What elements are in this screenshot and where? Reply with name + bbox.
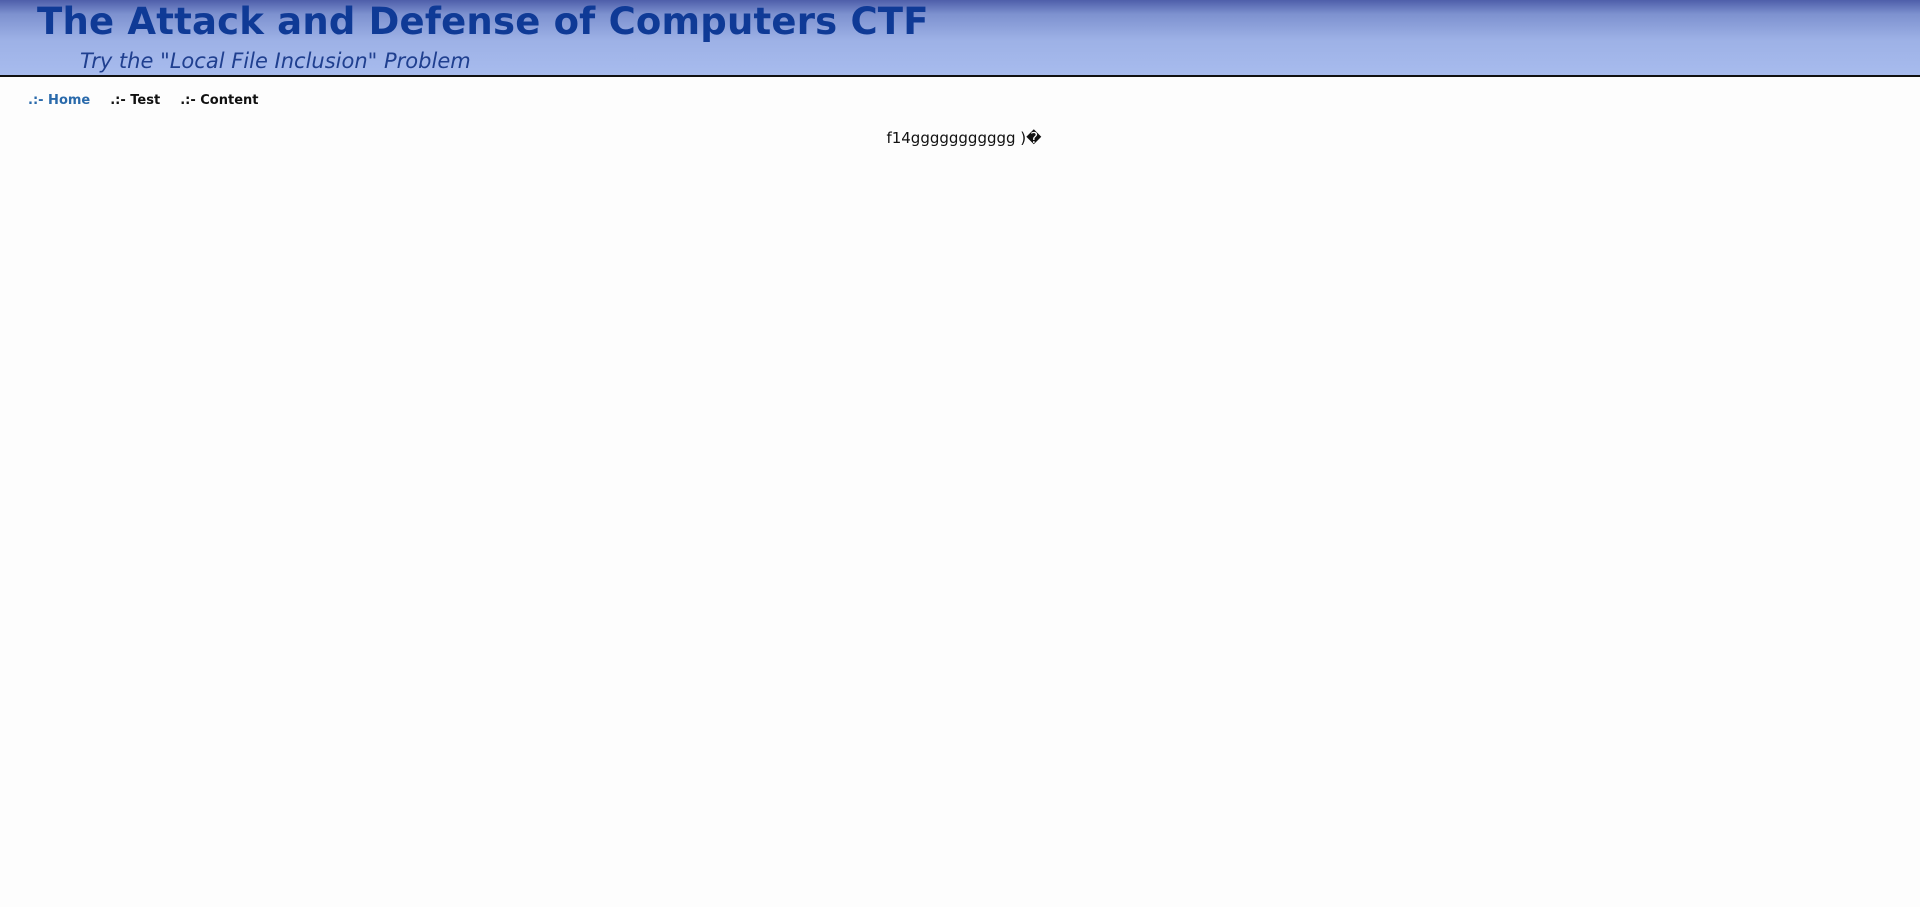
site-subtitle: Try the "Local File Inclusion" Problem — [80, 49, 471, 73]
nav-item-home[interactable]: .:- Home — [28, 93, 90, 109]
main-nav: .:- Home .:- Test .:- Content — [28, 93, 259, 109]
nav-item-content[interactable]: .:- Content — [180, 93, 258, 109]
site-header: The Attack and Defense of Computers CTF … — [0, 0, 1920, 77]
site-title: The Attack and Defense of Computers CTF — [37, 0, 929, 43]
included-file-output: f14ggggggggggg )� — [886, 129, 1042, 147]
nav-item-test[interactable]: .:- Test — [110, 93, 160, 109]
page-content: f14ggggggggggg )� — [0, 128, 1920, 148]
